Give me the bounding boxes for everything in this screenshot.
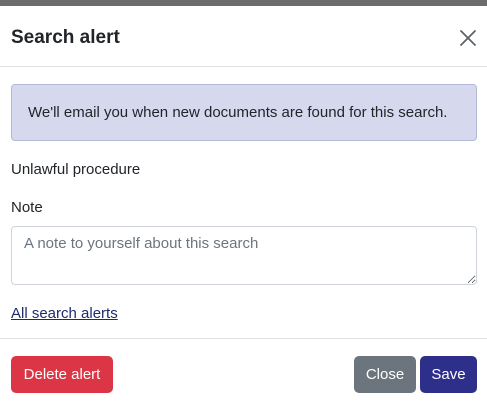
close-button[interactable]: Close xyxy=(354,356,416,393)
modal-footer: Delete alert Close Save xyxy=(0,338,487,406)
save-button[interactable]: Save xyxy=(420,356,477,393)
note-label: Note xyxy=(11,199,43,216)
all-search-alerts-link[interactable]: All search alerts xyxy=(11,304,118,324)
info-alert: We'll email you when new documents are f… xyxy=(11,84,477,141)
modal-title: Search alert xyxy=(11,27,120,48)
note-textarea[interactable] xyxy=(11,226,477,285)
search-alert-modal: Search alert We'll email you when new do… xyxy=(0,6,487,406)
delete-alert-button[interactable]: Delete alert xyxy=(11,356,113,393)
modal-header: Search alert xyxy=(0,6,487,67)
search-query-name: Unlawful procedure xyxy=(11,161,141,178)
close-icon[interactable] xyxy=(457,27,479,49)
